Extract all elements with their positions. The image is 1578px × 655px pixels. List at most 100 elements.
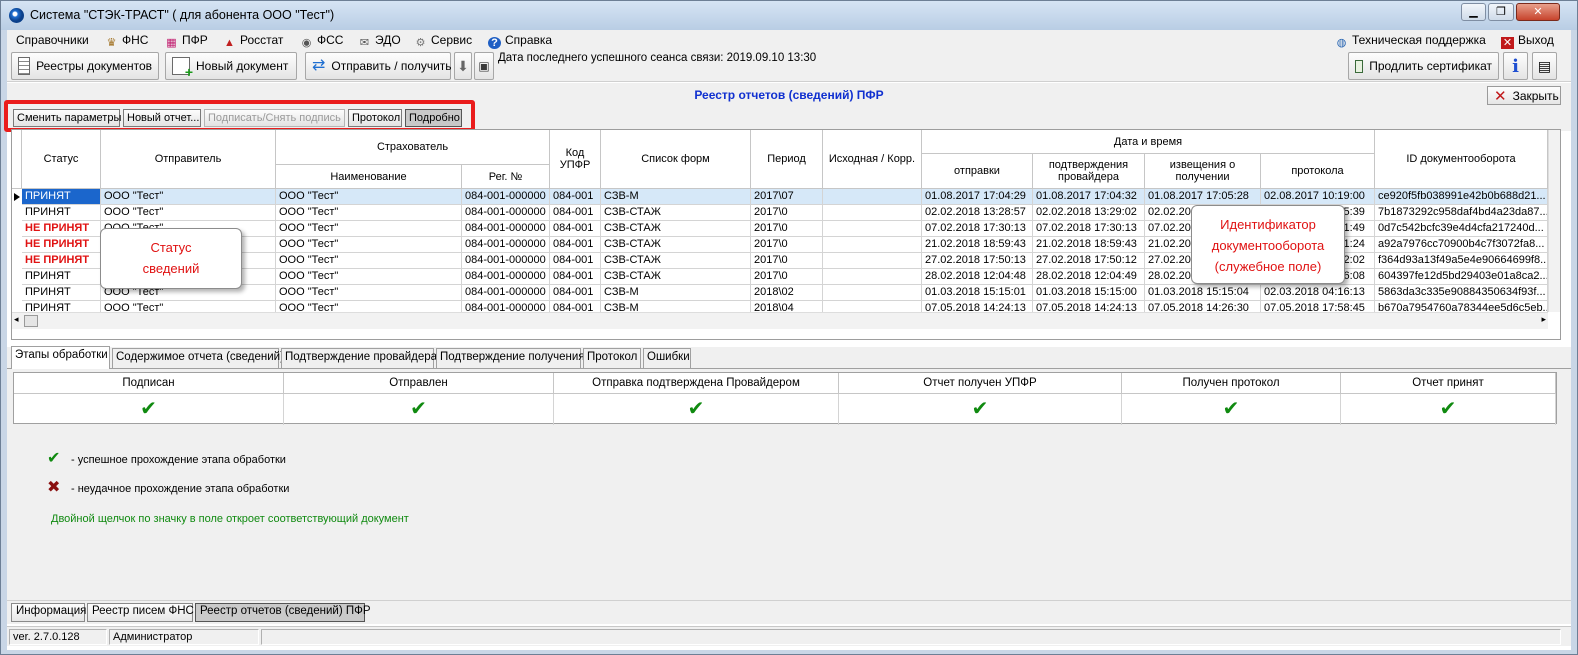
row-reg-number[interactable]: 084-001-000000 xyxy=(462,285,550,301)
row-forms[interactable]: СЗВ-М xyxy=(601,285,751,301)
menu-support[interactable]: ◍ Техническая поддержка xyxy=(1335,33,1486,49)
row-provider-confirm[interactable]: 27.02.2018 17:50:12 xyxy=(1033,253,1145,269)
col-status[interactable]: Статус xyxy=(22,130,101,189)
tab-provider-confirmation[interactable]: Подтверждение провайдера xyxy=(281,348,437,368)
row-docflow-id[interactable]: 7b1873292c958daf4bd4a23da87... xyxy=(1375,205,1548,221)
col-datetime[interactable]: Дата и время xyxy=(922,130,1375,154)
horizontal-scrollbar[interactable]: ◂ ▸ xyxy=(12,312,1548,329)
check-icon[interactable]: ✔ xyxy=(839,394,1122,425)
check-icon[interactable]: ✔ xyxy=(1341,394,1556,425)
tab-fns-letters[interactable]: Реестр писем ФНС xyxy=(87,603,194,622)
col-insurer[interactable]: Страхователь xyxy=(276,130,550,165)
scroll-right-icon[interactable]: ▸ xyxy=(1541,314,1546,325)
row-upfr[interactable]: 084-001 xyxy=(550,253,601,269)
row-upfr[interactable]: 084-001 xyxy=(550,221,601,237)
row-status[interactable]: НЕ ПРИНЯТ xyxy=(22,253,101,269)
menu-pfr[interactable]: ▦ ПФР xyxy=(165,33,207,49)
col-docflow-id[interactable]: ID документооборота xyxy=(1375,130,1548,189)
row-sent[interactable]: 02.02.2018 13:28:57 xyxy=(922,205,1033,221)
row-original-corr[interactable] xyxy=(823,253,922,269)
close-window-button[interactable]: ✕ xyxy=(1516,3,1560,21)
tab-pfr-reports[interactable]: Реестр отчетов (сведений) ПФР xyxy=(195,603,371,622)
row-upfr[interactable]: 084-001 xyxy=(550,237,601,253)
row-sender[interactable]: ООО "Тест" xyxy=(101,189,276,205)
row-sent[interactable]: 01.08.2017 17:04:29 xyxy=(922,189,1033,205)
row-status[interactable]: ПРИНЯТ xyxy=(22,205,101,221)
row-status[interactable]: ПРИНЯТ xyxy=(22,285,101,301)
row-status[interactable]: ПРИНЯТ xyxy=(22,189,101,205)
row-original-corr[interactable] xyxy=(823,285,922,301)
close-registry-button[interactable]: ✕ Закрыть xyxy=(1487,86,1561,105)
row-sent[interactable]: 07.02.2018 17:30:13 xyxy=(922,221,1033,237)
check-icon[interactable]: ✔ xyxy=(284,394,554,425)
tab-processing-stages[interactable]: Этапы обработки xyxy=(11,346,110,369)
row-insurer-name[interactable]: ООО "Тест" xyxy=(276,237,462,253)
row-period[interactable]: 2017\0 xyxy=(751,237,823,253)
row-original-corr[interactable] xyxy=(823,205,922,221)
row-docflow-id[interactable]: 604397fe12d5bd29403e01a8ca2... xyxy=(1375,269,1548,285)
row-period[interactable]: 2017\0 xyxy=(751,221,823,237)
row-provider-confirm[interactable]: 01.03.2018 15:15:00 xyxy=(1033,285,1145,301)
row-docflow-id[interactable]: f364d93a13f49a5e4e90664699f8... xyxy=(1375,253,1548,269)
menu-service[interactable]: ⚙ Сервис xyxy=(414,33,473,49)
row-insurer-name[interactable]: ООО "Тест" xyxy=(276,285,462,301)
col-reg-number[interactable]: Рег. № xyxy=(462,165,550,189)
row-insurer-name[interactable]: ООО "Тест" xyxy=(276,253,462,269)
row-provider-confirm[interactable]: 02.02.2018 13:29:02 xyxy=(1033,205,1145,221)
menu-rosstat[interactable]: ▲ Росстат xyxy=(223,33,283,49)
row-upfr[interactable]: 084-001 xyxy=(550,269,601,285)
menu-edo[interactable]: ✉ ЭДО xyxy=(358,33,401,49)
tab-report-contents[interactable]: Содержимое отчета (сведений) xyxy=(112,348,284,368)
row-receipt-notice[interactable]: 01.08.2017 17:05:28 xyxy=(1145,189,1261,205)
col-forms[interactable]: Список форм xyxy=(601,130,751,189)
row-forms[interactable]: СЗВ-М xyxy=(601,189,751,205)
row-status[interactable]: ПРИНЯТ xyxy=(22,269,101,285)
row-provider-confirm[interactable]: 01.08.2017 17:04:32 xyxy=(1033,189,1145,205)
row-upfr[interactable]: 084-001 xyxy=(550,285,601,301)
row-original-corr[interactable] xyxy=(823,269,922,285)
renew-certificate-button[interactable]: Продлить сертификат xyxy=(1348,52,1499,80)
minimize-button[interactable]: ▁ xyxy=(1461,3,1486,21)
col-period[interactable]: Период xyxy=(751,130,823,189)
check-icon[interactable]: ✔ xyxy=(1122,394,1341,425)
vertical-scrollbar[interactable] xyxy=(1548,130,1560,312)
row-sent[interactable]: 01.03.2018 15:15:01 xyxy=(922,285,1033,301)
row-reg-number[interactable]: 084-001-000000 xyxy=(462,237,550,253)
menu-help[interactable]: ? Справка xyxy=(488,33,552,49)
menu-fss[interactable]: ◉ ФСС xyxy=(300,33,344,49)
send-receive-button[interactable]: ⇄ Отправить / получить xyxy=(305,52,452,80)
menu-directories[interactable]: Справочники xyxy=(16,33,89,47)
row-insurer-name[interactable]: ООО "Тест" xyxy=(276,269,462,285)
row-docflow-id[interactable]: 5863da3c335e90884350634f93f... xyxy=(1375,285,1548,301)
row-protocol[interactable]: 02.08.2017 10:19:00 xyxy=(1261,189,1375,205)
row-upfr[interactable]: 084-001 xyxy=(550,205,601,221)
row-upfr[interactable]: 084-001 xyxy=(550,189,601,205)
row-status[interactable]: НЕ ПРИНЯТ xyxy=(22,221,101,237)
maximize-button[interactable]: ❐ xyxy=(1488,3,1514,21)
row-docflow-id[interactable]: a92a7976cc70900b4c7f3072fa8... xyxy=(1375,237,1548,253)
row-forms[interactable]: СЗВ-СТАЖ xyxy=(601,237,751,253)
row-insurer-name[interactable]: ООО "Тест" xyxy=(276,189,462,205)
check-icon[interactable]: ✔ xyxy=(554,394,839,425)
row-sent[interactable]: 21.02.2018 18:59:43 xyxy=(922,237,1033,253)
row-status[interactable]: НЕ ПРИНЯТ xyxy=(22,237,101,253)
info-button[interactable]: i xyxy=(1503,52,1528,80)
row-period[interactable]: 2017\07 xyxy=(751,189,823,205)
row-period[interactable]: 2018\02 xyxy=(751,285,823,301)
row-insurer-name[interactable]: ООО "Тест" xyxy=(276,221,462,237)
check-icon[interactable]: ✔ xyxy=(14,394,284,425)
col-sender[interactable]: Отправитель xyxy=(101,130,276,189)
row-forms[interactable]: СЗВ-СТАЖ xyxy=(601,205,751,221)
tab-protocol[interactable]: Протокол xyxy=(583,348,641,368)
scroll-left-icon[interactable]: ◂ xyxy=(14,314,19,325)
row-reg-number[interactable]: 084-001-000000 xyxy=(462,221,550,237)
col-protocol[interactable]: протокола xyxy=(1261,154,1375,189)
row-reg-number[interactable]: 084-001-000000 xyxy=(462,189,550,205)
menu-exit[interactable]: ✕ Выход xyxy=(1501,33,1554,49)
row-period[interactable]: 2017\0 xyxy=(751,205,823,221)
tab-information[interactable]: Информация xyxy=(11,603,86,622)
row-forms[interactable]: СЗВ-СТАЖ xyxy=(601,253,751,269)
row-period[interactable]: 2017\0 xyxy=(751,253,823,269)
row-protocol[interactable]: 02.03.2018 04:16:13 xyxy=(1261,285,1375,301)
row-provider-confirm[interactable]: 21.02.2018 18:59:43 xyxy=(1033,237,1145,253)
